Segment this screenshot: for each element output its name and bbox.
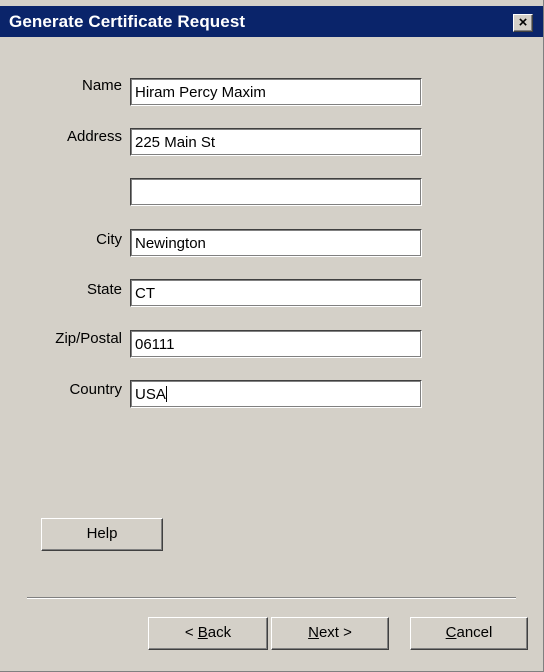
help-button-label: Help <box>86 525 118 542</box>
close-icon: × <box>518 14 528 31</box>
zip-label: Zip/Postal <box>55 330 122 347</box>
next-accel: N <box>308 624 319 641</box>
back-accel: B <box>197 624 208 641</box>
address-field[interactable]: 225 Main St <box>130 128 422 156</box>
country-value: USA <box>135 386 166 403</box>
country-label: Country <box>69 381 122 398</box>
next-button[interactable]: Next > <box>271 617 389 650</box>
cancel-rest: ancel <box>456 624 493 641</box>
back-button[interactable]: < Back <box>148 617 268 650</box>
state-field[interactable]: CT <box>130 279 422 307</box>
state-label: State <box>86 281 122 298</box>
state-value: CT <box>135 285 155 302</box>
text-caret <box>165 386 167 402</box>
cancel-accel: C <box>445 624 457 641</box>
help-button[interactable]: Help <box>41 518 163 551</box>
title-bar[interactable]: Generate Certificate Request × <box>0 6 543 37</box>
next-rest: ext > <box>318 624 352 641</box>
city-label: City <box>96 231 122 248</box>
zip-field[interactable]: 06111 <box>130 330 422 358</box>
name-label: Name <box>81 77 122 94</box>
city-value: Newington <box>135 235 206 252</box>
name-field[interactable]: Hiram Percy Maxim <box>130 78 422 106</box>
back-prefix: < <box>184 624 198 641</box>
city-field[interactable]: Newington <box>130 229 422 257</box>
address-label: Address <box>66 128 122 145</box>
separator <box>27 597 516 599</box>
certificate-request-dialog: Generate Certificate Request × Name Hira… <box>0 0 544 672</box>
country-field[interactable]: USA <box>130 380 422 408</box>
address-line2-field[interactable] <box>130 178 422 206</box>
name-value: Hiram Percy Maxim <box>135 84 266 101</box>
address-value: 225 Main St <box>135 134 216 151</box>
zip-value: 06111 <box>135 336 175 353</box>
cancel-button[interactable]: Cancel <box>410 617 528 650</box>
back-rest: ack <box>207 624 232 641</box>
close-button[interactable]: × <box>513 14 533 32</box>
window-title: Generate Certificate Request <box>9 12 246 31</box>
